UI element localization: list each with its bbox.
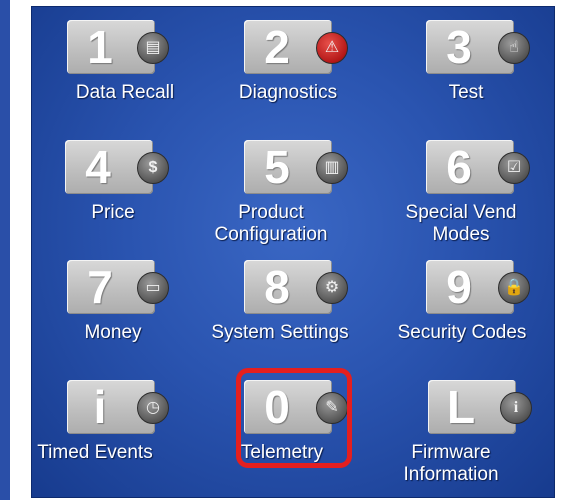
key-number: 5 xyxy=(264,141,290,193)
button-label: Data Recall xyxy=(75,82,175,103)
key-number: i xyxy=(93,381,107,433)
test-button[interactable]: 3 ☝ Test xyxy=(376,10,556,135)
button-label: Timed Events xyxy=(37,442,153,463)
lock-icon: 🔒 xyxy=(498,272,530,304)
money-button[interactable]: 7 ▭ Money xyxy=(35,250,215,375)
system-settings-button[interactable]: 8 ⚙ System Settings xyxy=(202,250,382,375)
firmware-information-button[interactable]: L i Firmware Information xyxy=(376,370,556,495)
button-label: Diagnostics xyxy=(238,82,338,103)
key-number: 6 xyxy=(446,141,472,193)
dollar-icon: $ xyxy=(137,152,169,184)
timed-events-button[interactable]: i ◷ Timed Events xyxy=(35,370,215,495)
data-recall-button[interactable]: 1 ▤ Data Recall xyxy=(35,10,215,135)
button-label: Price xyxy=(91,202,135,223)
key-number: 8 xyxy=(264,261,290,313)
button-label: Security Codes xyxy=(397,322,527,343)
key-number: 7 xyxy=(87,261,113,313)
special-vend-modes-button[interactable]: 6 ☑ Special Vend Modes xyxy=(376,130,556,255)
product-columns-icon: ▥ xyxy=(316,152,348,184)
stopwatch-icon: ◷ xyxy=(137,392,169,424)
banknote-icon: ▭ xyxy=(137,272,169,304)
product-configuration-button[interactable]: 5 ▥ Product Configuration xyxy=(202,130,382,255)
gear-icon: ⚙ xyxy=(316,272,348,304)
diagnostics-button[interactable]: 2 ⚠ Diagnostics xyxy=(202,10,382,135)
button-label: System Settings xyxy=(211,322,349,343)
key-number: 3 xyxy=(446,21,472,73)
security-codes-button[interactable]: 9 🔒 Security Codes xyxy=(376,250,556,375)
button-label: Firmware Information xyxy=(403,442,499,485)
notepad-icon: ▤ xyxy=(137,32,169,64)
button-label: Product Configuration xyxy=(214,202,328,245)
key-number: 1 xyxy=(87,21,113,73)
key-number: 9 xyxy=(446,261,472,313)
hand-pointer-icon: ☝ xyxy=(498,32,530,64)
button-label: Special Vend Modes xyxy=(405,202,517,245)
button-label: Money xyxy=(84,322,142,343)
price-button[interactable]: 4 $ Price xyxy=(35,130,215,255)
button-label: Test xyxy=(448,82,484,103)
key-number: 2 xyxy=(264,21,290,73)
key-number: L xyxy=(446,381,476,433)
checkbox-icon: ☑ xyxy=(498,152,530,184)
warning-icon: ⚠ xyxy=(316,32,348,64)
left-edge-strip xyxy=(0,0,10,500)
telemetry-highlight-box xyxy=(236,368,352,468)
key-number: 4 xyxy=(85,141,111,193)
info-icon: i xyxy=(500,392,532,424)
